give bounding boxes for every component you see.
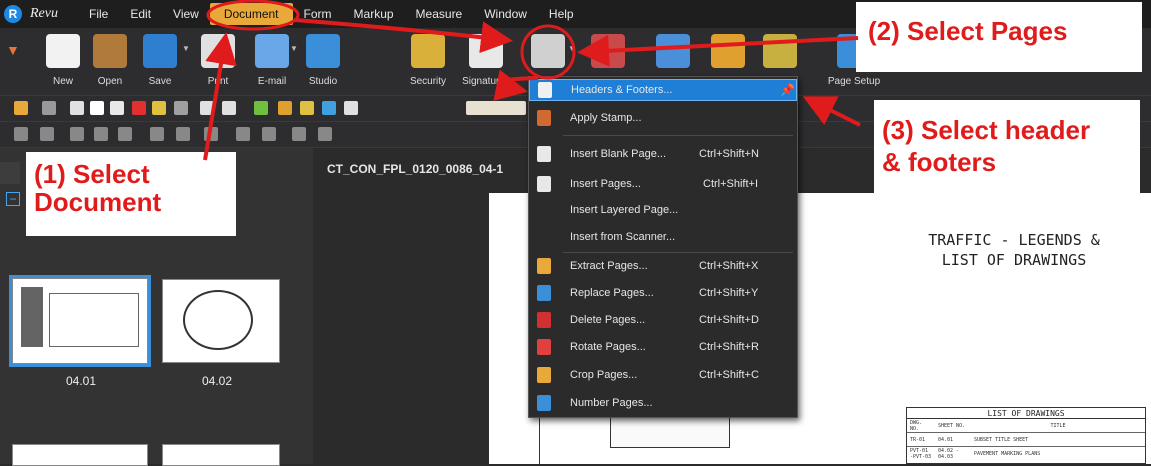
annotation-arrows <box>203 0 861 161</box>
arrow-step-2 <box>577 34 859 67</box>
arrow-step-3 <box>802 96 861 127</box>
arrow-to-menu <box>493 69 539 101</box>
highlight-circle-pages <box>520 24 576 80</box>
highlight-circle-document <box>206 0 300 31</box>
arrow-to-pages <box>294 18 513 54</box>
arrow-step-1 <box>203 32 237 161</box>
